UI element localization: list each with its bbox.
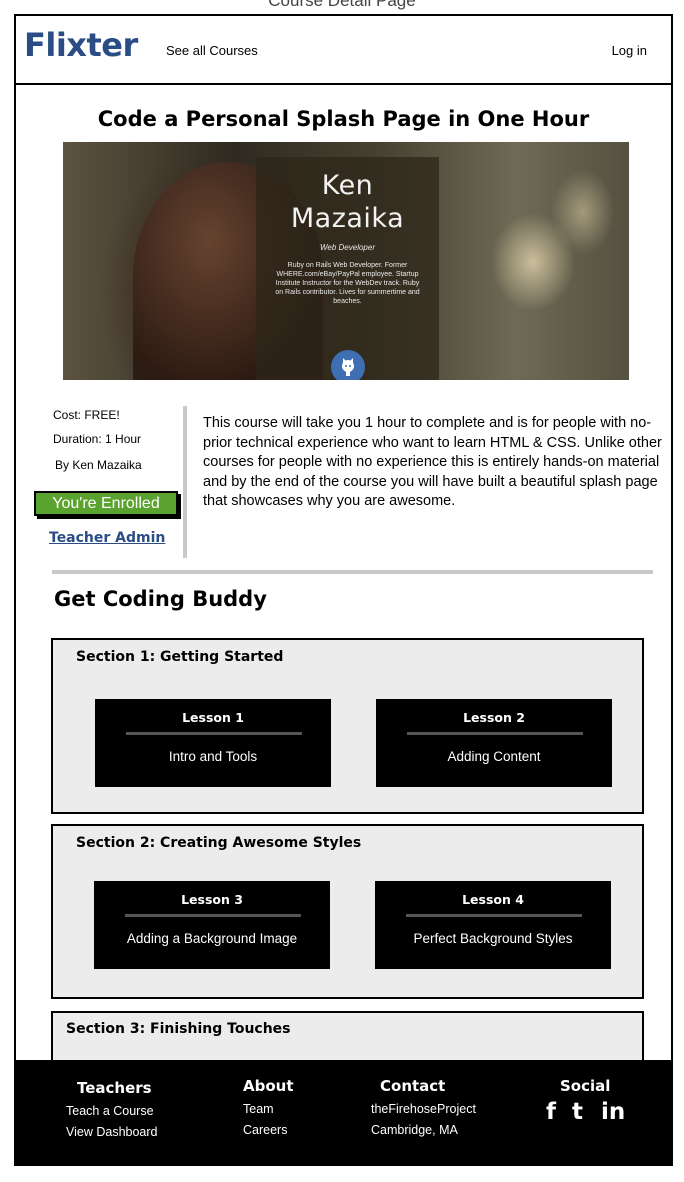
instructor-bio: Ruby on Rails Web Developer. Former WHER… <box>275 262 420 305</box>
lesson-number: Lesson 3 <box>181 892 243 907</box>
twitter-icon[interactable]: t <box>572 1099 583 1125</box>
lesson-name: Adding a Background Image <box>126 931 298 946</box>
instructor-first-name: Ken <box>321 170 374 201</box>
course-duration: Duration: 1 Hour <box>53 432 142 446</box>
meta-divider <box>183 406 187 558</box>
lesson-card[interactable]: Lesson 2 Adding Content <box>376 699 612 787</box>
site-footer: Teachers Teach a Course View Dashboard A… <box>16 1060 671 1164</box>
lesson-number: Lesson 1 <box>182 710 244 725</box>
facebook-icon[interactable]: f <box>546 1099 556 1125</box>
course-author: By Ken Mazaika <box>55 458 142 472</box>
course-title: Code a Personal Splash Page in One Hour <box>97 107 590 131</box>
lesson-divider <box>406 914 582 917</box>
careers-link[interactable]: Careers <box>243 1123 287 1137</box>
lesson-divider <box>407 732 583 735</box>
site-logo[interactable]: Flixter <box>24 26 138 64</box>
top-navbar: Flixter See all Courses Log in <box>16 16 671 85</box>
lesson-name: Intro and Tools <box>168 749 258 764</box>
see-all-courses-link[interactable]: See all Courses <box>166 43 258 58</box>
contact-company: theFirehoseProject <box>371 1102 476 1116</box>
course-cost: Cost: FREE! <box>53 408 120 422</box>
teach-a-course-link[interactable]: Teach a Course <box>66 1104 154 1118</box>
content-divider <box>52 570 653 574</box>
section-card: Section 1: Getting Started Lesson 1 Intr… <box>51 638 644 814</box>
footer-about-heading: About <box>243 1077 294 1095</box>
section-card: Section 2: Creating Awesome Styles Lesso… <box>51 824 644 999</box>
course-hero-image: Ken Mazaika Web Developer Ruby on Rails … <box>63 142 629 380</box>
lesson-card[interactable]: Lesson 4 Perfect Background Styles <box>375 881 611 969</box>
lesson-number: Lesson 2 <box>463 710 525 725</box>
footer-social-heading: Social <box>560 1077 611 1095</box>
section-title: Section 1: Getting Started <box>76 649 284 665</box>
lesson-name: Adding Content <box>447 749 541 764</box>
footer-teachers-heading: Teachers <box>77 1079 152 1097</box>
lesson-name: Perfect Background Styles <box>413 931 573 946</box>
browser-frame: Flixter See all Courses Log in Code a Pe… <box>14 14 673 1166</box>
footer-contact-heading: Contact <box>380 1077 446 1095</box>
linkedin-icon[interactable]: in <box>601 1099 625 1125</box>
instructor-name: Ken Mazaika <box>256 169 439 235</box>
login-link[interactable]: Log in <box>612 43 647 58</box>
lesson-number: Lesson 4 <box>462 892 524 907</box>
team-link[interactable]: Team <box>243 1102 274 1116</box>
teacher-admin-link[interactable]: Teacher Admin <box>49 530 165 546</box>
section-title: Section 2: Creating Awesome Styles <box>76 835 362 851</box>
lesson-card[interactable]: Lesson 1 Intro and Tools <box>95 699 331 787</box>
lesson-divider <box>126 732 302 735</box>
instructor-last-name: Mazaika <box>290 203 405 234</box>
lesson-divider <box>125 914 301 917</box>
github-octocat-icon[interactable] <box>331 350 365 380</box>
page-caption: Course Detail Page <box>268 0 416 10</box>
contact-location: Cambridge, MA <box>371 1123 458 1137</box>
curriculum-heading: Get Coding Buddy <box>54 587 267 611</box>
section-title: Section 3: Finishing Touches <box>66 1021 291 1037</box>
lesson-card[interactable]: Lesson 3 Adding a Background Image <box>94 881 330 969</box>
view-dashboard-link[interactable]: View Dashboard <box>66 1125 158 1139</box>
course-description: This course will take you 1 hour to comp… <box>203 415 662 509</box>
instructor-role: Web Developer <box>320 243 375 252</box>
instructor-card: Ken Mazaika Web Developer Ruby on Rails … <box>256 157 439 380</box>
enrolled-button[interactable]: You're Enrolled <box>34 491 178 516</box>
